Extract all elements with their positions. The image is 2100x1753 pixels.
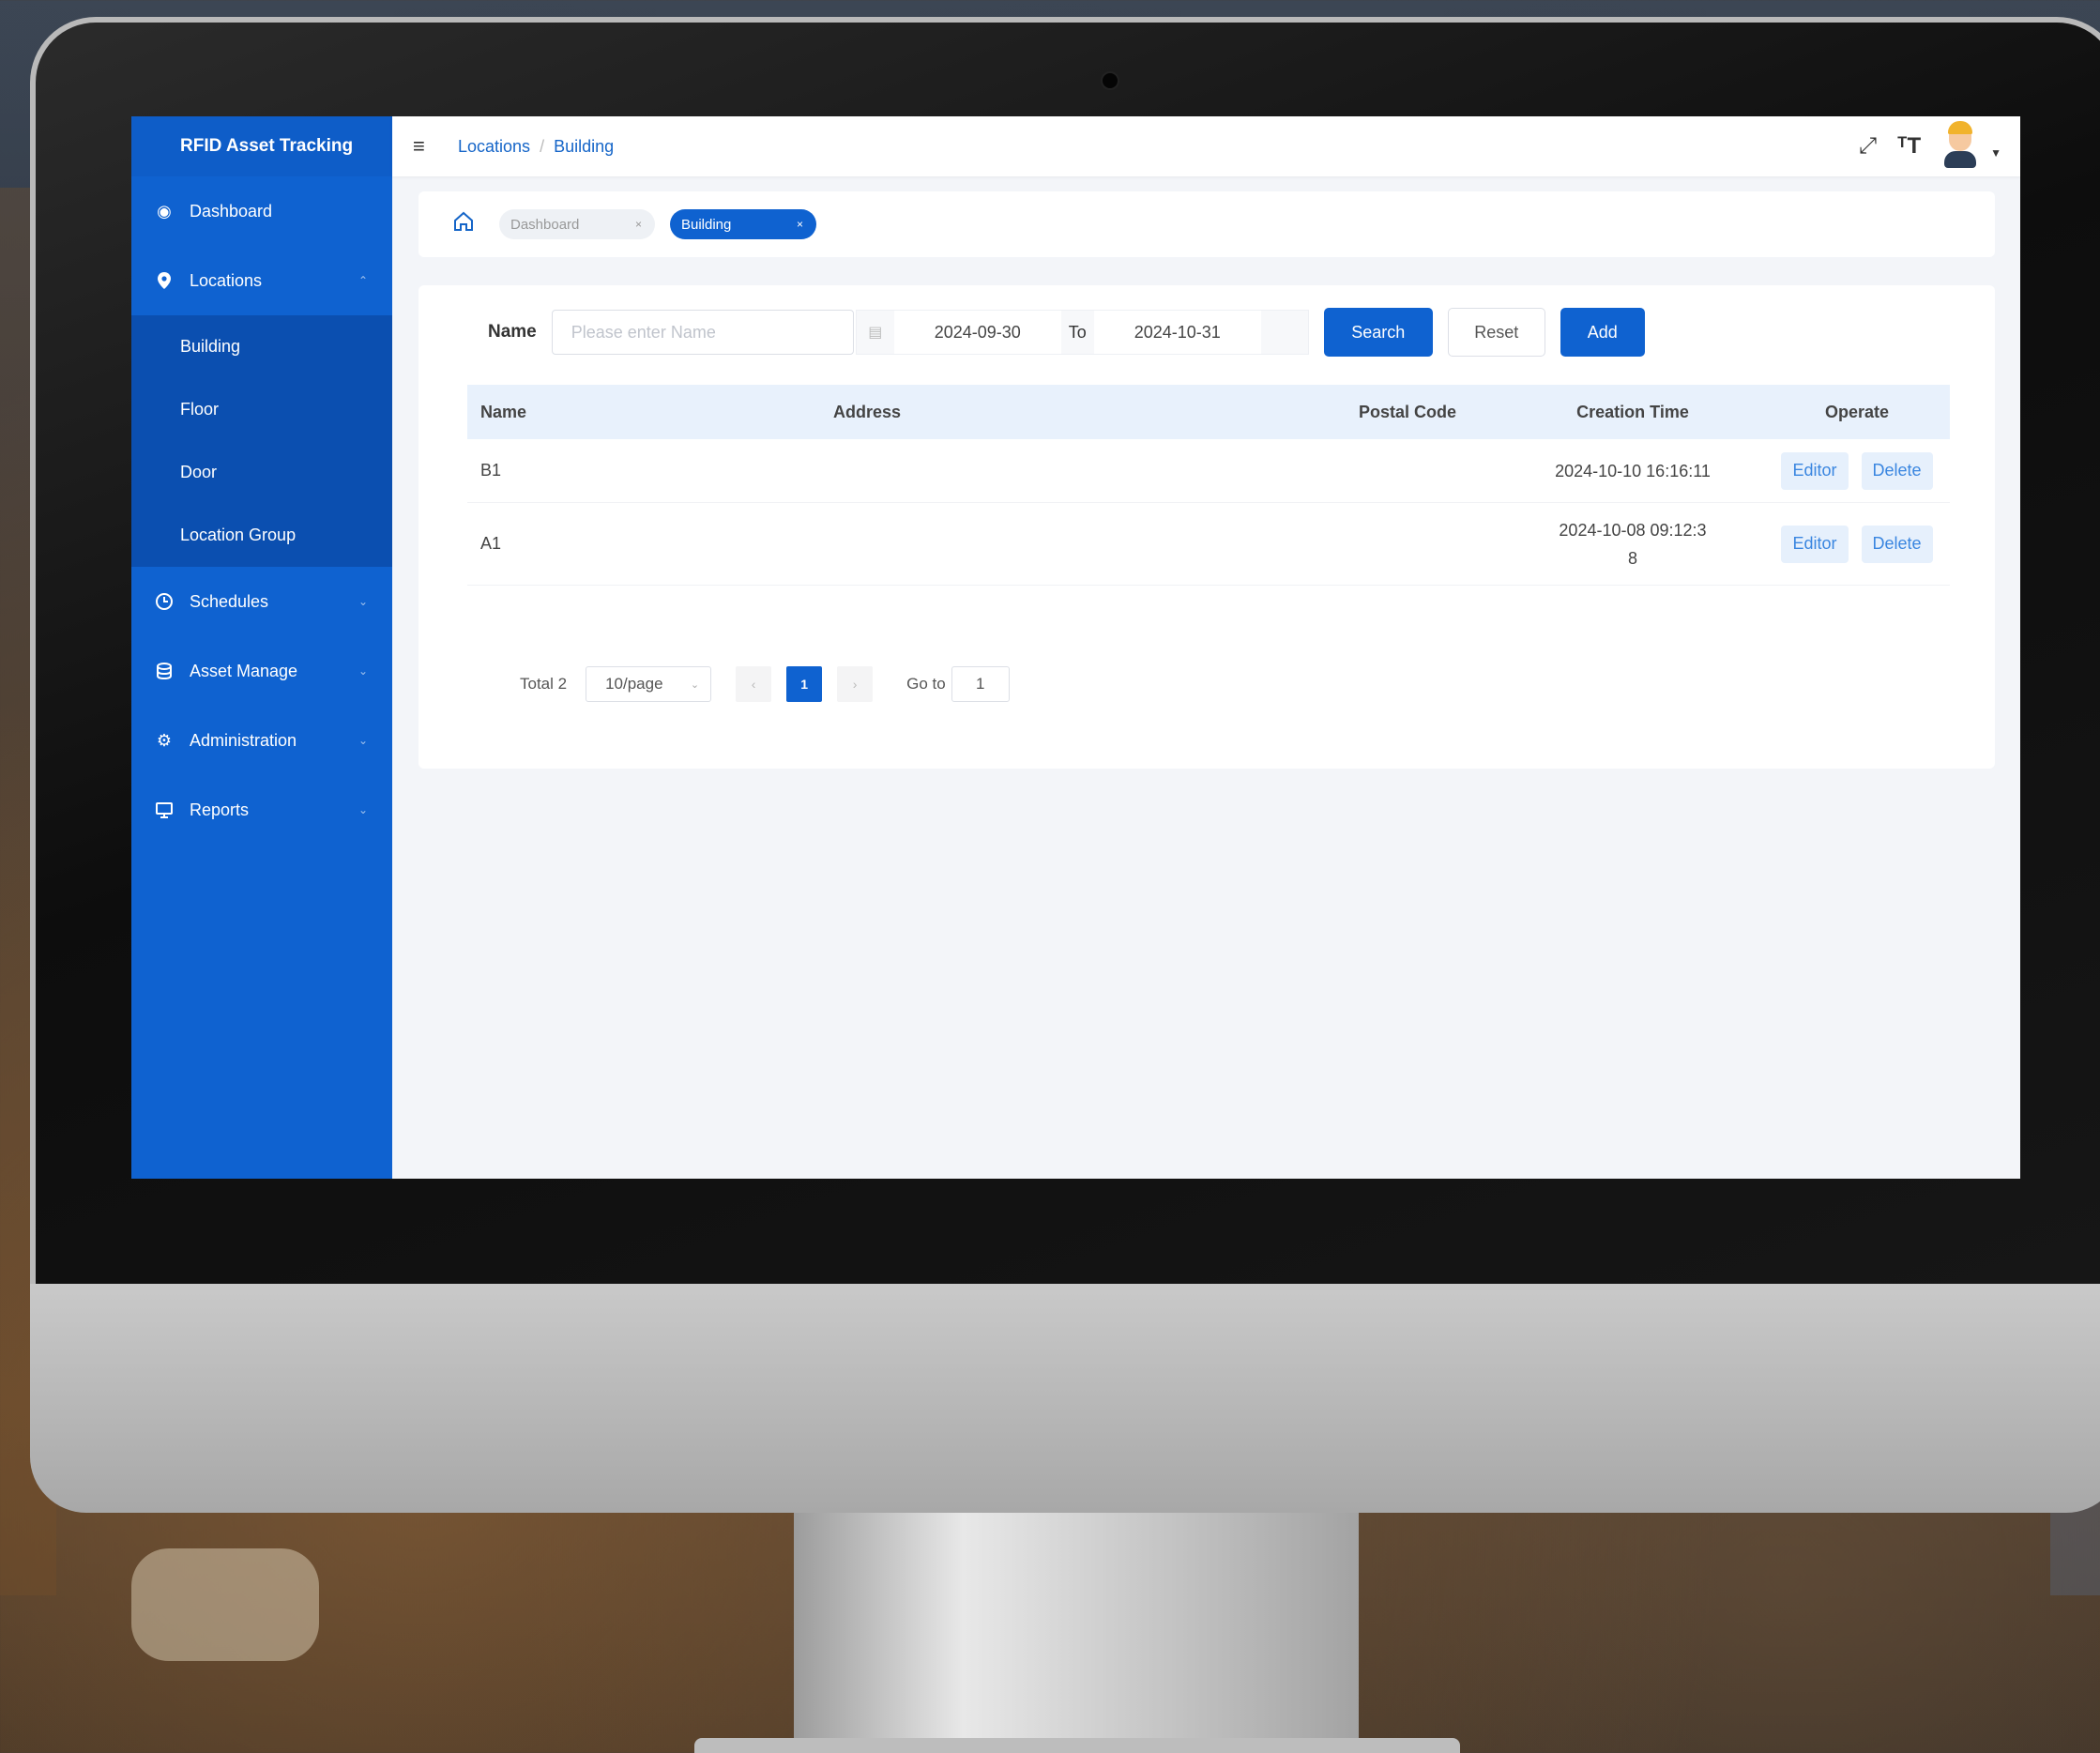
fullscreen-icon[interactable]: ⤢ [1859, 133, 1877, 160]
clock-icon [154, 591, 175, 612]
close-icon[interactable]: × [797, 218, 803, 231]
tag-label: Building [681, 216, 732, 233]
chevron-down-icon: ⌄ [358, 734, 368, 747]
background-cargo [131, 1548, 319, 1661]
cell-operate: Editor Delete [1764, 451, 1950, 490]
reset-button[interactable]: Reset [1447, 308, 1545, 357]
sidebar-item-label: Asset Manage [190, 661, 298, 680]
buildings-table: Name Address Postal Code Creation Time O… [467, 385, 1950, 586]
sidebar-item-locations[interactable]: Locations ⌃ [131, 246, 392, 315]
webcam [1101, 71, 1119, 90]
pagination: Total 2 10/page ⌄ ‹ 1 › Go to 1 [520, 666, 1010, 702]
cell-creation-time: 2024-10-08 09:12:38 [1559, 520, 1707, 568]
name-input[interactable]: Please enter Name [551, 310, 854, 355]
sidebar-item-label: Administration [190, 730, 297, 750]
tags-view: Dashboard × Building × [418, 191, 1995, 257]
breadcrumb: Locations / Building [458, 137, 614, 157]
goto-label: Go to [906, 675, 946, 693]
sidebar-item-label: Dashboard [190, 201, 273, 221]
tag-building[interactable]: Building × [670, 209, 816, 239]
filter-bar: Name Please enter Name ▤ 2024-09-30 To 2… [488, 308, 1645, 357]
next-page-button[interactable]: › [837, 666, 874, 702]
locations-submenu: Building Floor Door Location Group [131, 315, 392, 567]
app-screen: RFID Asset Tracking ◉ Dashboard Location… [131, 116, 2020, 1179]
sidebar-item-building[interactable]: Building [131, 315, 392, 378]
table-row: A1 2024-10-08 09:12:38 Editor Delete [467, 503, 1950, 586]
breadcrumb-locations[interactable]: Locations [458, 137, 530, 156]
monitor-foot [694, 1738, 1460, 1753]
sidebar-item-label: Reports [190, 800, 250, 819]
monitor-stand [794, 1513, 1359, 1753]
header-tools: ⤢ ᵀT ▼ [1859, 116, 2001, 176]
column-header-postal-code: Postal Code [1358, 402, 1457, 421]
sidebar-item-label: Locations [190, 270, 263, 290]
search-button[interactable]: Search [1323, 308, 1433, 357]
edit-button[interactable]: Editor [1781, 525, 1849, 563]
page-number-button[interactable]: 1 [786, 666, 823, 702]
sidebar-item-administration[interactable]: ⚙ Administration ⌄ [131, 706, 392, 775]
delete-button[interactable]: Delete [1861, 525, 1933, 563]
home-icon[interactable] [452, 210, 475, 239]
sidebar-item-schedules[interactable]: Schedules ⌄ [131, 567, 392, 636]
date-range-separator: To [1068, 322, 1087, 342]
chevron-down-icon: ⌄ [358, 595, 368, 608]
chevron-down-icon: ⌄ [358, 664, 368, 678]
page-size-select[interactable]: 10/page ⌄ [586, 666, 712, 702]
table-row: B1 2024-10-10 16:16:11 Editor Delete [467, 439, 1950, 503]
close-icon[interactable]: × [635, 218, 642, 231]
font-size-icon[interactable]: ᵀT [1897, 133, 1921, 160]
column-header-creation-time: Creation Time [1576, 403, 1689, 421]
chevron-down-icon: ⌄ [358, 803, 368, 816]
total-count: Total 2 [520, 675, 568, 693]
calendar-icon: ▤ [868, 325, 883, 341]
column-header-name: Name [480, 402, 527, 421]
gear-icon: ⚙ [156, 730, 173, 750]
edit-button[interactable]: Editor [1781, 451, 1849, 490]
sidebar-item-label: Schedules [190, 591, 269, 611]
prev-page-button[interactable]: ‹ [736, 666, 772, 702]
cell-operate: Editor Delete [1764, 525, 1950, 563]
page-size-value: 10/page [605, 675, 663, 693]
column-header-operate: Operate [1824, 402, 1890, 421]
add-button[interactable]: Add [1560, 308, 1645, 357]
goto-page-input[interactable]: 1 [951, 666, 1010, 702]
menu-collapse-icon[interactable]: ≡ [413, 134, 439, 159]
breadcrumb-building: Building [554, 136, 615, 156]
name-filter-label: Name [488, 322, 537, 342]
dashboard-icon: ◉ [157, 201, 172, 221]
delete-button[interactable]: Delete [1861, 451, 1933, 490]
cell-name: B1 [480, 461, 502, 480]
date-range-picker[interactable]: ▤ 2024-09-30 To 2024-10-31 [855, 310, 1309, 355]
breadcrumb-separator: / [540, 136, 545, 156]
date-from-field[interactable]: 2024-09-30 [893, 311, 1061, 354]
location-pin-icon [154, 270, 175, 291]
chevron-down-icon: ⌄ [690, 678, 700, 691]
cell-name: A1 [480, 534, 502, 553]
date-to-field[interactable]: 2024-10-31 [1093, 311, 1261, 354]
monitor-icon [154, 800, 175, 820]
cell-creation-time: 2024-10-10 16:16:11 [1555, 461, 1711, 480]
sidebar-item-reports[interactable]: Reports ⌄ [131, 775, 392, 845]
sidebar-item-dashboard[interactable]: ◉ Dashboard [131, 176, 392, 246]
sidebar-item-location-group[interactable]: Location Group [131, 504, 392, 567]
database-icon [154, 661, 175, 681]
monitor-chin [30, 1284, 2100, 1513]
app-title: RFID Asset Tracking [131, 116, 392, 176]
sidebar-item-floor[interactable]: Floor [131, 378, 392, 441]
sidebar-item-door[interactable]: Door [131, 441, 392, 504]
tag-label: Dashboard [510, 216, 580, 233]
avatar[interactable] [1941, 121, 1979, 172]
chevron-up-icon: ⌃ [358, 274, 368, 287]
column-header-address: Address [833, 402, 902, 421]
sidebar-item-asset-manage[interactable]: Asset Manage ⌄ [131, 636, 392, 706]
top-bar: ≡ Locations / Building ⤢ ᵀT ▼ [392, 116, 2020, 176]
tag-dashboard[interactable]: Dashboard × [499, 209, 655, 239]
table-header: Name Address Postal Code Creation Time O… [467, 385, 1950, 439]
caret-down-icon[interactable]: ▼ [1990, 146, 2001, 160]
main-panel: Name Please enter Name ▤ 2024-09-30 To 2… [418, 285, 1995, 769]
sidebar: RFID Asset Tracking ◉ Dashboard Location… [131, 116, 392, 1179]
